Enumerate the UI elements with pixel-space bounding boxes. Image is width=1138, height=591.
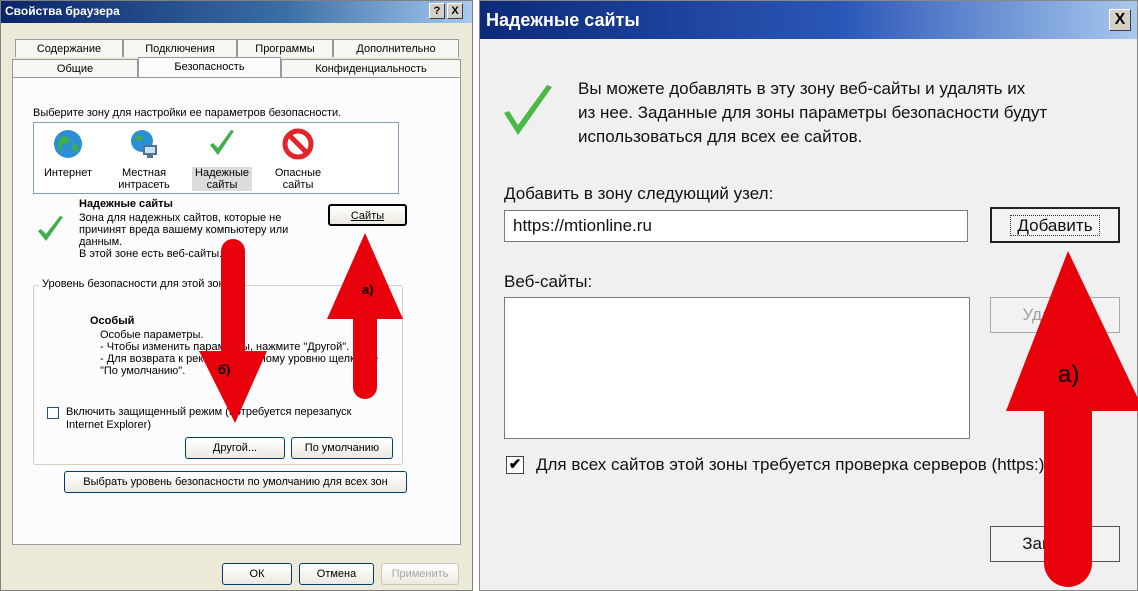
protected-mode-label: Включить защищенный режим (потребуется п… — [66, 406, 352, 418]
zone-trusted[interactable]: Надежные сайты — [192, 127, 252, 191]
globe-icon — [54, 130, 82, 158]
add-site-label: Добавить в зону следующий узел: — [504, 184, 774, 203]
zone-restricted[interactable]: Опасные сайты — [268, 127, 328, 191]
level-desc-line: "По умолчанию". — [100, 365, 186, 377]
other-button[interactable]: Другой... — [185, 437, 285, 459]
info-line: Вы можете добавлять в эту зону веб-сайты… — [578, 79, 1026, 98]
reset-all-zones-button[interactable]: Выбрать уровень безопасности по умолчани… — [64, 471, 407, 493]
protected-mode-label-2: Internet Explorer) — [66, 419, 151, 431]
annotation-a: а) — [362, 282, 374, 297]
cancel-button[interactable]: Отмена — [299, 563, 374, 585]
intranet-icon — [131, 130, 157, 158]
window-title: Надежные сайты — [486, 10, 640, 30]
close-dialog-button[interactable]: Закрыть — [990, 526, 1120, 562]
zone-label: Интернет — [44, 167, 92, 179]
tab-programs[interactable]: Программы — [237, 39, 333, 57]
tab-connections[interactable]: Подключения — [123, 39, 237, 57]
zone-desc-line: данным. — [79, 236, 123, 248]
level-desc-line: Особые параметры. — [100, 329, 204, 341]
tab-content[interactable]: Содержание — [15, 39, 123, 57]
zone-desc-line: В этой зоне есть веб-сайты. — [79, 248, 223, 260]
add-button-label: Добавить — [1010, 215, 1100, 236]
info-line: из нее. Заданные для зоны параметры безо… — [578, 103, 1048, 122]
protected-mode-checkbox[interactable] — [47, 407, 59, 419]
zone-intranet[interactable]: Местная интрасеть — [114, 127, 174, 191]
add-button[interactable]: Добавить — [990, 207, 1120, 243]
tab-privacy[interactable]: Конфиденциальность — [281, 59, 461, 77]
forbidden-icon — [282, 128, 314, 160]
annotation-a: а) — [1058, 361, 1080, 388]
zone-label: сайты — [282, 179, 314, 191]
level-name: Особый — [90, 315, 135, 327]
zone-internet[interactable]: Интернет — [38, 127, 98, 179]
apply-button[interactable]: Применить — [381, 563, 459, 585]
websites-list[interactable] — [504, 297, 970, 439]
https-required-checkbox[interactable]: ✔ — [506, 456, 524, 474]
checkmark-icon — [38, 216, 63, 241]
title-bar: Свойства браузера ? X — [1, 1, 472, 23]
ok-button[interactable]: ОК — [222, 563, 292, 585]
window-title: Свойства браузера — [5, 4, 120, 18]
info-line: использоваться для всех ее сайтов. — [578, 127, 863, 146]
default-level-button[interactable]: По умолчанию — [291, 437, 393, 459]
remove-button[interactable]: Удалить — [990, 297, 1120, 333]
zone-label: Надежные — [192, 167, 252, 179]
zone-list: Интернет Местная интрасеть Надежные сайт… — [33, 122, 399, 194]
zone-desc-line: Зона для надежных сайтов, которые не — [79, 212, 282, 224]
zone-desc-line: причинят вреда вашему компьютеру или — [79, 224, 289, 236]
zone-prompt: Выберите зону для настройки ее параметро… — [33, 107, 342, 119]
add-site-input[interactable]: https://mtionline.ru — [504, 210, 968, 242]
add-site-input-value: https://mtionline.ru — [513, 216, 652, 235]
internet-options-dialog: Свойства браузера ? X Содержание Подключ… — [0, 0, 473, 591]
level-desc-line: - Чтобы изменить параметры, нажмите "Дру… — [100, 341, 350, 353]
websites-label: Веб-сайты: — [504, 272, 593, 291]
sites-button[interactable]: Сайты — [328, 204, 407, 226]
zone-label: интрасеть — [118, 179, 170, 191]
help-button[interactable]: ? — [429, 3, 445, 19]
annotation-b: б) — [218, 362, 231, 377]
close-button[interactable]: X — [1109, 9, 1131, 31]
sites-button-label: Сайты — [350, 210, 385, 222]
title-bar: Надежные сайты X — [480, 1, 1137, 39]
https-required-label: Для всех сайтов этой зоны требуется пров… — [536, 455, 1045, 474]
checkmark-icon — [210, 130, 234, 155]
zone-label: Местная — [121, 167, 167, 179]
close-button[interactable]: X — [447, 3, 463, 19]
zone-label: Опасные — [274, 167, 322, 179]
security-level-label: Уровень безопасности для этой зоны — [39, 278, 236, 290]
trusted-sites-dialog: Надежные сайты X Вы можете добавлять в э… — [479, 0, 1138, 591]
zone-label: сайты — [192, 179, 252, 191]
checkmark-icon — [504, 85, 552, 135]
tab-security[interactable]: Безопасность — [138, 57, 281, 77]
level-desc-line: - Для возврата к рекомендованному уровню… — [100, 353, 379, 365]
zone-title: Надежные сайты — [79, 198, 173, 210]
tab-advanced[interactable]: Дополнительно — [333, 39, 459, 57]
tab-general[interactable]: Общие — [12, 59, 138, 77]
